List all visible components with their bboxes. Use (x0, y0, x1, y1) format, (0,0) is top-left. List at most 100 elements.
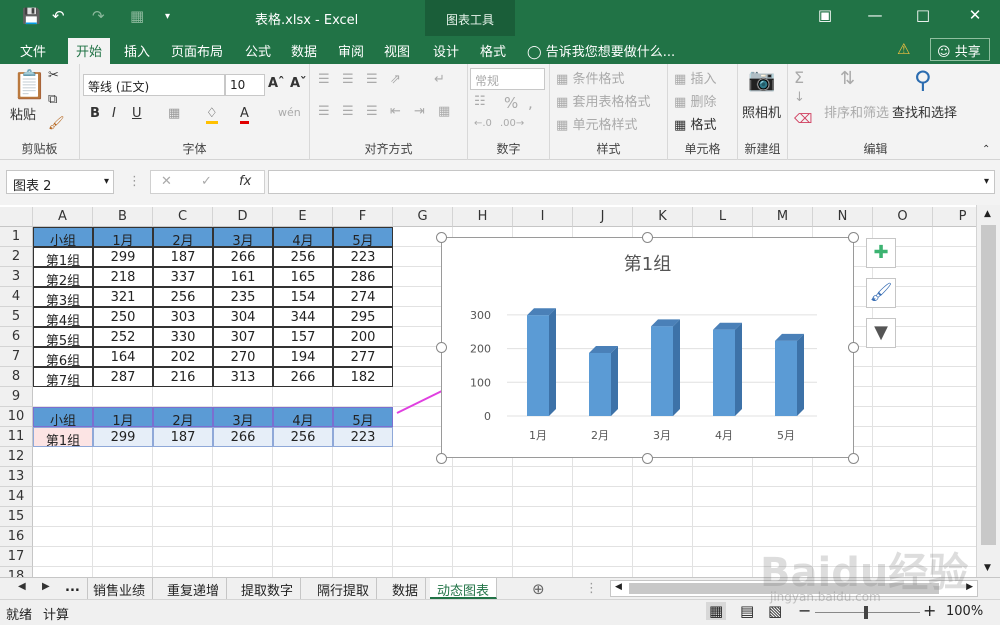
sheet-tab[interactable]: 销售业绩 (86, 578, 154, 599)
grow-font-icon[interactable]: Aˆ (268, 76, 285, 91)
row-header[interactable]: 17 (0, 547, 33, 567)
collapse-ribbon-icon[interactable]: ⌃ (982, 144, 990, 155)
table-cell[interactable]: 287 (93, 367, 153, 387)
table-cell[interactable]: 299 (93, 247, 153, 267)
dynamic-cell[interactable]: 第1组 (33, 427, 93, 449)
dynamic-cell[interactable]: 223 (333, 427, 393, 447)
table-cell[interactable]: 161 (213, 267, 273, 287)
resize-handle[interactable] (848, 453, 859, 464)
sheet-tab[interactable]: 提取数字 (234, 578, 302, 599)
row-header[interactable]: 14 (0, 487, 33, 507)
bar-side[interactable] (549, 308, 556, 416)
phonetic-icon[interactable]: wén (278, 106, 301, 119)
tab-page-layout[interactable]: 页面布局 (171, 41, 223, 60)
tab-formulas[interactable]: 公式 (245, 41, 271, 60)
name-box-dropdown-icon[interactable]: ▾ (104, 176, 109, 187)
align-center-icon[interactable]: ☰ (342, 104, 354, 119)
row-header[interactable]: 1 (0, 227, 33, 247)
table-cell[interactable]: 330 (153, 327, 213, 347)
column-header[interactable]: H (453, 207, 513, 227)
camera-button[interactable]: 照相机 (742, 102, 781, 121)
sheet-tab[interactable]: 数据 (385, 578, 427, 599)
resize-handle[interactable] (436, 453, 447, 464)
bar[interactable] (713, 329, 735, 416)
table-cell[interactable]: 252 (93, 327, 153, 347)
table-cell[interactable]: 200 (333, 327, 393, 347)
form-icon[interactable]: ▦ (130, 7, 144, 25)
table-cell[interactable]: 235 (213, 287, 273, 307)
row-header[interactable]: 4 (0, 287, 33, 307)
table-cell[interactable]: 216 (153, 367, 213, 387)
prev-sheet-icon[interactable]: ◀ (18, 581, 26, 592)
tab-file[interactable]: 文件 (20, 41, 46, 60)
table-cell[interactable]: 第1组 (33, 247, 93, 269)
table-format-button[interactable]: ▦ 套用表格格式 (556, 91, 650, 110)
resize-handle[interactable] (848, 232, 859, 243)
merge-center-icon[interactable]: ▦ (438, 104, 450, 119)
column-header[interactable]: A (33, 207, 93, 227)
decrease-indent-icon[interactable]: ⇤ (390, 104, 401, 119)
table-cell[interactable]: 165 (273, 267, 333, 287)
shrink-font-icon[interactable]: Aˇ (290, 76, 307, 91)
resize-handle[interactable] (642, 453, 653, 464)
customize-qat-icon[interactable]: ▾ (165, 11, 170, 22)
bold-icon[interactable]: B (90, 106, 100, 121)
scroll-down-icon[interactable]: ▼ (984, 563, 991, 573)
table-cell[interactable]: 270 (213, 347, 273, 367)
enter-icon[interactable]: ✓ (201, 174, 212, 189)
increase-indent-icon[interactable]: ⇥ (414, 104, 425, 119)
clear-icon[interactable]: ⌫ (794, 112, 812, 127)
resize-handle[interactable] (642, 232, 653, 243)
zoom-slider-thumb[interactable] (864, 606, 868, 619)
resize-handle[interactable] (436, 342, 447, 353)
row-header[interactable]: 2 (0, 247, 33, 267)
column-header[interactable]: D (213, 207, 273, 227)
table-cell[interactable]: 第3组 (33, 287, 93, 309)
column-header[interactable]: G (393, 207, 453, 227)
bar[interactable] (527, 315, 549, 416)
bar-side[interactable] (735, 322, 742, 416)
column-header[interactable]: J (573, 207, 633, 227)
accounting-format-icon[interactable]: ☷ (474, 94, 486, 109)
table-header-cell[interactable]: 3月 (213, 227, 273, 249)
table-cell[interactable]: 157 (273, 327, 333, 347)
wrap-text-icon[interactable]: ↵ (434, 72, 445, 87)
row-header[interactable]: 8 (0, 367, 33, 387)
column-header[interactable]: B (93, 207, 153, 227)
column-header[interactable]: P (933, 207, 976, 227)
row-header[interactable]: 12 (0, 447, 33, 467)
normal-view-icon[interactable]: ▦ (706, 602, 727, 620)
font-color-icon[interactable]: A (240, 106, 249, 124)
table-cell[interactable]: 303 (153, 307, 213, 327)
find-icon[interactable]: ⚲ (914, 66, 932, 94)
table-cell[interactable]: 256 (153, 287, 213, 307)
scroll-up-icon[interactable]: ▲ (984, 209, 991, 219)
chart-elements-button[interactable]: ✚ (866, 238, 896, 268)
row-header[interactable]: 10 (0, 407, 33, 427)
sort-filter-icon[interactable]: ⇅ (840, 68, 855, 89)
dynamic-cell[interactable]: 299 (93, 427, 153, 447)
table-header-cell[interactable]: 5月 (333, 227, 393, 249)
bar-side[interactable] (673, 319, 680, 416)
chart[interactable]: 第1组 0 100 200 300 1月 2月 3月 4月 5月 (441, 237, 854, 458)
insert-function-icon[interactable]: fx (239, 174, 251, 189)
sheet-tab[interactable]: 重复递增 (160, 578, 228, 599)
dynamic-cell[interactable]: 266 (213, 427, 273, 447)
scroll-left-icon[interactable]: ◀ (615, 582, 622, 592)
table-cell[interactable]: 第4组 (33, 307, 93, 329)
select-all-corner[interactable] (0, 207, 33, 227)
row-header[interactable]: 16 (0, 527, 33, 547)
table-header-cell[interactable]: 2月 (153, 227, 213, 249)
copy-icon[interactable]: ⧉ (48, 92, 57, 107)
format-cells-button[interactable]: ▦ 格式 (674, 114, 716, 133)
table-cell[interactable]: 277 (333, 347, 393, 367)
decrease-decimal-icon[interactable]: .00→ (500, 118, 524, 129)
row-header[interactable]: 11 (0, 427, 33, 447)
table-cell[interactable]: 218 (93, 267, 153, 287)
chart-plot[interactable]: 0 100 200 300 1月 2月 3月 4月 5月 (442, 238, 853, 457)
font-size-select[interactable]: 10 (225, 74, 265, 96)
bar[interactable] (589, 352, 611, 416)
tab-view[interactable]: 视图 (384, 41, 410, 60)
chart-filters-button[interactable]: ▼ (866, 318, 896, 348)
align-top-icon[interactable]: ☰ (318, 72, 330, 87)
